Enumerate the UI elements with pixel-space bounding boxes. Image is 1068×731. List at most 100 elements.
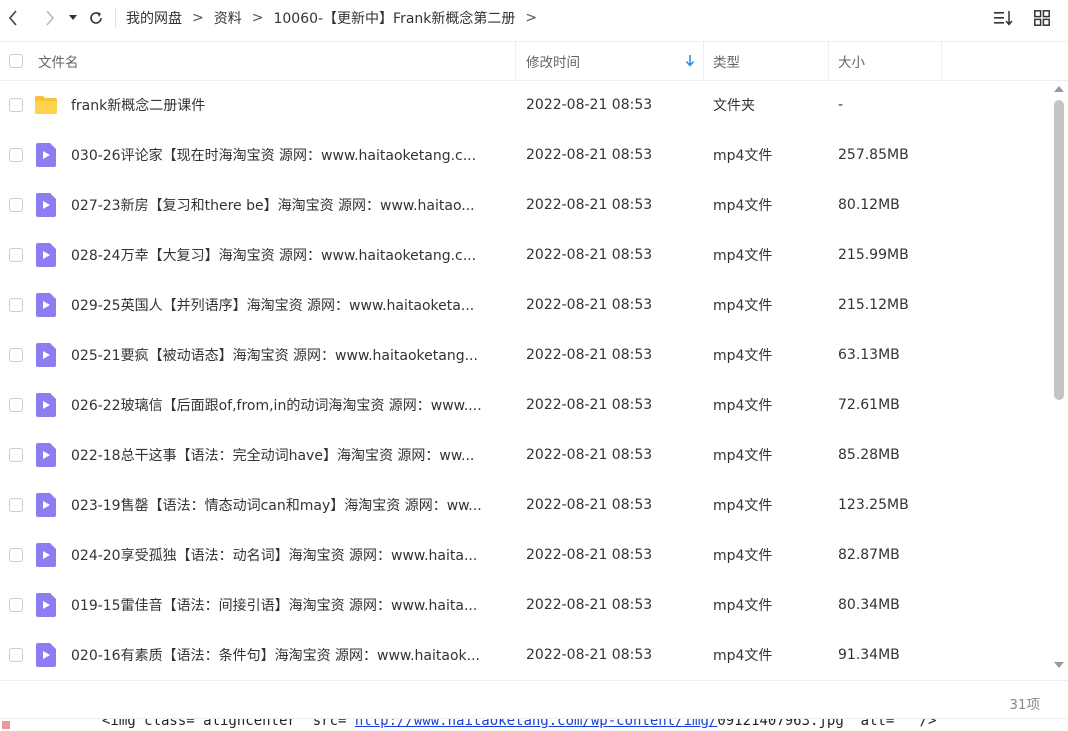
file-name-cell[interactable]: 030-26评论家【现在时海淘宝资 源网：www.haitaoketang.c.… (32, 143, 516, 167)
video-file-icon (34, 293, 58, 317)
file-type: mp4文件 (713, 198, 773, 214)
row-checkbox[interactable] (9, 98, 23, 112)
forward-button[interactable] (37, 5, 63, 31)
row-checkbox[interactable] (9, 198, 23, 212)
grid-view-button[interactable] (1030, 6, 1054, 30)
file-name[interactable]: 022-18总干这事【语法：完全动词have】海淘宝资 源网：ww... (71, 445, 474, 465)
file-row[interactable]: 026-22玻璃信【后面跟of,from,in的动词海淘宝资 源网：www...… (0, 380, 1050, 430)
video-file-icon (34, 143, 58, 167)
file-name[interactable]: 019-15雷佳音【语法：间接引语】海淘宝资 源网：www.haita... (71, 595, 477, 615)
file-row[interactable]: 029-25英国人【并列语序】海淘宝资 源网：www.haitaoketa...… (0, 280, 1050, 330)
file-name-cell[interactable]: 023-19售罄【语法：情态动词can和may】海淘宝资 源网：ww... (32, 493, 516, 517)
row-checkbox[interactable] (9, 498, 23, 512)
file-name[interactable]: frank新概念二册课件 (71, 95, 205, 115)
row-checkbox-cell (0, 398, 32, 412)
row-checkbox[interactable] (9, 548, 23, 562)
scroll-down-arrow-icon[interactable] (1054, 662, 1064, 668)
caret-down-icon (69, 15, 77, 20)
scrollbar-thumb[interactable] (1054, 100, 1064, 400)
file-row[interactable]: 028-24万幸【大复习】海淘宝资 源网：www.haitaoketang.c.… (0, 230, 1050, 280)
grid-icon (1034, 10, 1050, 26)
scroll-up-arrow-icon[interactable] (1054, 86, 1064, 92)
file-row[interactable]: frank新概念二册课件 2022-08-21 08:53 文件夹 - (0, 80, 1050, 130)
row-checkbox[interactable] (9, 598, 23, 612)
file-row[interactable]: 027-23新房【复习和there be】海淘宝资 源网：www.haitao.… (0, 180, 1050, 230)
editor-marker-icon (2, 721, 10, 729)
file-row[interactable]: 025-21要疯【被动语态】海淘宝资 源网：www.haitaoketang..… (0, 330, 1050, 380)
file-size: 72.61MB (838, 397, 900, 413)
file-name-cell[interactable]: 019-15雷佳音【语法：间接引语】海淘宝资 源网：www.haita... (32, 593, 516, 617)
chevron-right-icon (46, 10, 55, 26)
sort-menu-button[interactable] (992, 6, 1016, 30)
row-checkbox[interactable] (9, 248, 23, 262)
file-name-cell[interactable]: 026-22玻璃信【后面跟of,from,in的动词海淘宝资 源网：www...… (32, 393, 516, 417)
file-name-cell[interactable]: 024-20享受孤独【语法：动名词】海淘宝资 源网：www.haita... (32, 543, 516, 567)
breadcrumb-item-materials[interactable]: 资料 (214, 8, 242, 28)
file-type: mp4文件 (713, 398, 773, 414)
file-row[interactable]: 022-18总干这事【语法：完全动词have】海淘宝资 源网：ww... 202… (0, 430, 1050, 480)
file-row[interactable]: 019-15雷佳音【语法：间接引语】海淘宝资 源网：www.haita... 2… (0, 580, 1050, 630)
file-name-cell[interactable]: 022-18总干这事【语法：完全动词have】海淘宝资 源网：ww... (32, 443, 516, 467)
breadcrumb-item-current[interactable]: 10060-【更新中】Frank新概念第二册 (273, 8, 515, 28)
breadcrumb-item-root[interactable]: 我的网盘 (126, 8, 182, 28)
row-checkbox-cell (0, 198, 32, 212)
file-name[interactable]: 029-25英国人【并列语序】海淘宝资 源网：www.haitaoketa... (71, 295, 474, 315)
select-all-cell (0, 42, 32, 80)
vertical-scrollbar[interactable] (1050, 80, 1068, 680)
column-header-mtime[interactable]: 修改时间 (516, 42, 704, 80)
file-name[interactable]: 023-19售罄【语法：情态动词can和may】海淘宝资 源网：ww... (71, 495, 482, 515)
file-row[interactable]: 020-16有素质【语法：条件句】海淘宝资 源网：www.haitaok... … (0, 630, 1050, 680)
file-mtime: 2022-08-21 08:53 (526, 497, 653, 513)
item-count: 31项 (1009, 697, 1040, 713)
file-size: 80.34MB (838, 597, 900, 613)
file-name[interactable]: 028-24万幸【大复习】海淘宝资 源网：www.haitaoketang.c.… (71, 245, 476, 265)
row-checkbox-cell (0, 448, 32, 462)
row-checkbox[interactable] (9, 148, 23, 162)
background-code-line: <img class="aligncenter" src="http://www… (102, 719, 936, 729)
file-type: mp4文件 (713, 648, 773, 664)
file-name[interactable]: 027-23新房【复习和there be】海淘宝资 源网：www.haitao.… (71, 195, 475, 215)
folder-icon (34, 93, 58, 117)
file-name[interactable]: 025-21要疯【被动语态】海淘宝资 源网：www.haitaoketang..… (71, 345, 478, 365)
file-name[interactable]: 030-26评论家【现在时海淘宝资 源网：www.haitaoketang.c.… (71, 145, 476, 165)
file-name[interactable]: 026-22玻璃信【后面跟of,from,in的动词海淘宝资 源网：www...… (71, 395, 482, 415)
file-size: 91.34MB (838, 647, 900, 663)
file-name-cell[interactable]: 025-21要疯【被动语态】海淘宝资 源网：www.haitaoketang..… (32, 343, 516, 367)
file-size: 215.12MB (838, 297, 909, 313)
row-checkbox[interactable] (9, 398, 23, 412)
file-name-cell[interactable]: 020-16有素质【语法：条件句】海淘宝资 源网：www.haitaok... (32, 643, 516, 667)
file-name-cell[interactable]: 029-25英国人【并列语序】海淘宝资 源网：www.haitaoketa... (32, 293, 516, 317)
file-row[interactable]: 030-26评论家【现在时海淘宝资 源网：www.haitaoketang.c.… (0, 130, 1050, 180)
row-checkbox[interactable] (9, 448, 23, 462)
video-file-icon (34, 543, 58, 567)
file-name-cell[interactable]: 028-24万幸【大复习】海淘宝资 源网：www.haitaoketang.c.… (32, 243, 516, 267)
row-checkbox[interactable] (9, 298, 23, 312)
file-mtime: 2022-08-21 08:53 (526, 547, 653, 563)
file-name[interactable]: 024-20享受孤独【语法：动名词】海淘宝资 源网：www.haita... (71, 545, 477, 565)
file-type: 文件夹 (713, 98, 755, 114)
scrollbar-track[interactable] (1054, 100, 1064, 662)
file-row[interactable]: 024-20享受孤独【语法：动名词】海淘宝资 源网：www.haita... 2… (0, 530, 1050, 580)
refresh-button[interactable] (83, 5, 109, 31)
file-mtime: 2022-08-21 08:53 (526, 647, 653, 663)
file-row[interactable]: 023-19售罄【语法：情态动词can和may】海淘宝资 源网：ww... 20… (0, 480, 1050, 530)
row-checkbox[interactable] (9, 348, 23, 362)
file-size: 215.99MB (838, 247, 909, 263)
column-header-type[interactable]: 类型 (704, 42, 829, 80)
file-name-cell[interactable]: 027-23新房【复习和there be】海淘宝资 源网：www.haitao.… (32, 193, 516, 217)
file-type: mp4文件 (713, 598, 773, 614)
file-size: 123.25MB (838, 497, 909, 513)
code-link[interactable]: http://www.haitaoketang.com/wp-content/i… (355, 719, 717, 729)
column-header-name[interactable]: 文件名 (32, 42, 516, 80)
row-checkbox[interactable] (9, 648, 23, 662)
background-editor-strip: <img class="aligncenter" src="http://www… (0, 718, 1068, 731)
back-button[interactable] (0, 5, 26, 31)
file-mtime: 2022-08-21 08:53 (526, 447, 653, 463)
video-file-icon (34, 193, 58, 217)
file-name-cell[interactable]: frank新概念二册课件 (32, 93, 516, 117)
history-dropdown-button[interactable] (65, 5, 81, 31)
column-header-size[interactable]: 大小 (829, 42, 942, 80)
file-name[interactable]: 020-16有素质【语法：条件句】海淘宝资 源网：www.haitaok... (71, 645, 480, 665)
select-all-checkbox[interactable] (9, 54, 23, 68)
file-size: 85.28MB (838, 447, 900, 463)
